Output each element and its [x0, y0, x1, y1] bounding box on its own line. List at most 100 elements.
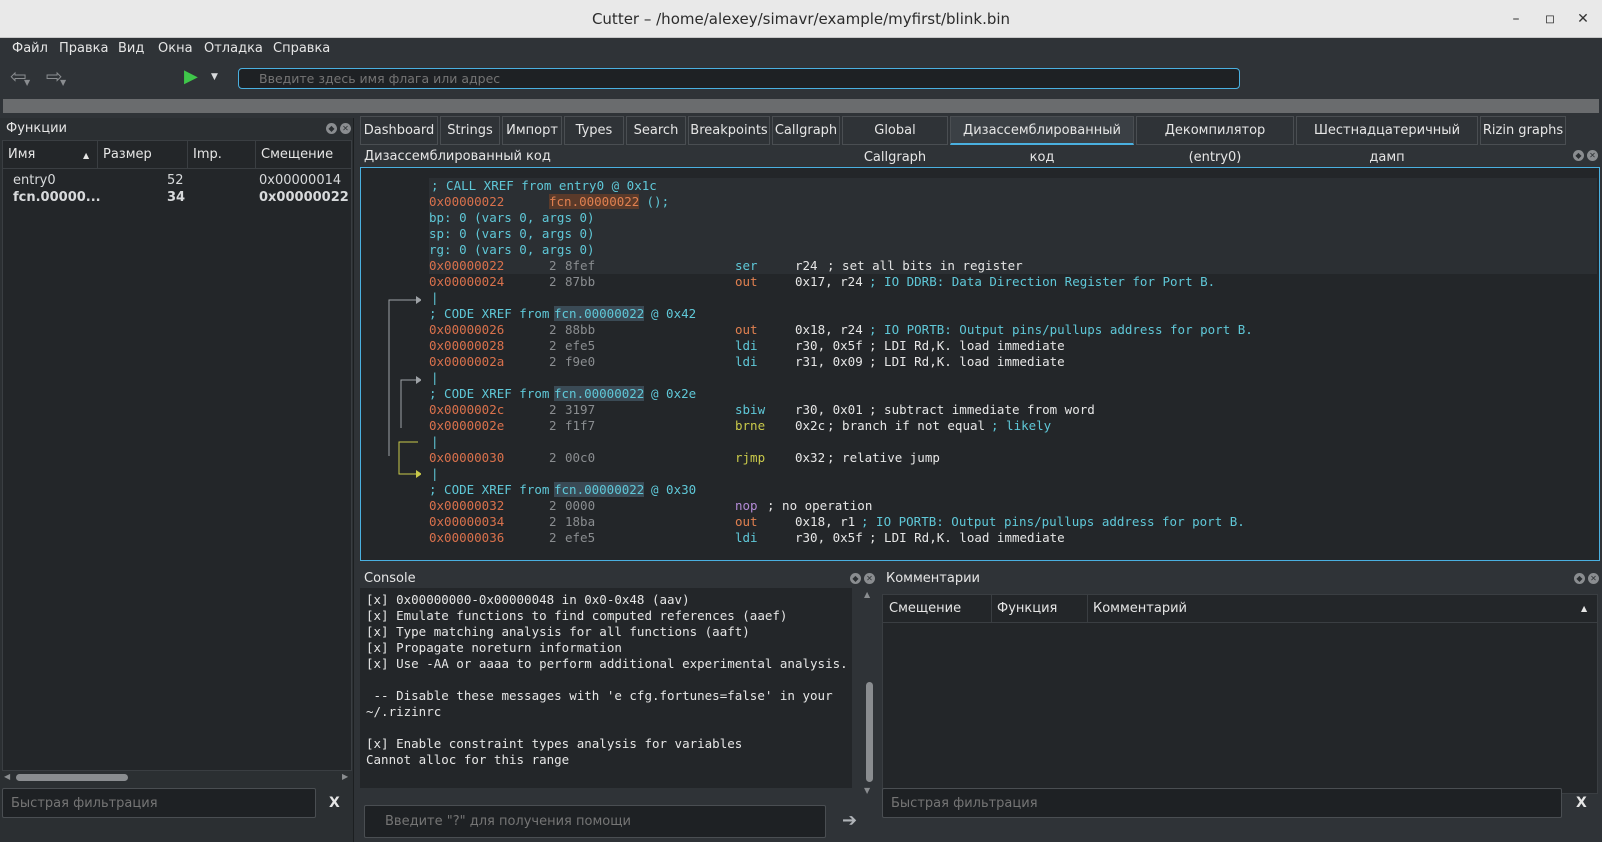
back-dropdown-icon[interactable]: ▼ — [24, 78, 30, 87]
comments-table-header: Смещение Функция Комментарий ▲ — [883, 595, 1597, 623]
tab-callgraph[interactable]: Callgraph — [772, 116, 840, 145]
menu-bar: Файл Правка Вид Окна Отладка Справка — [0, 38, 1602, 62]
window-title: Cutter – /home/alexey/simavr/example/myf… — [591, 10, 1011, 28]
menu-file[interactable]: Файл — [12, 41, 48, 56]
sort-arrow-icon: ▲ — [1581, 604, 1588, 613]
maximize-button[interactable]: ◽ — [1539, 8, 1561, 30]
table-row[interactable]: fcn.00000... 34 0x00000022 — [3, 189, 351, 206]
flag-address-input[interactable] — [239, 69, 1239, 88]
col-offset[interactable]: Смещение — [261, 147, 333, 162]
disasm-line[interactable]: 0x0000002c 2 3197 sbiw r30, 0x01 ; subtr… — [429, 402, 1597, 418]
tab-breakpoints[interactable]: Breakpoints — [688, 116, 770, 145]
disasm-line[interactable]: ; CODE XREF from fcn.00000022 @ 0x30 — [429, 482, 1597, 498]
play-dropdown-icon[interactable]: ▼ — [211, 72, 218, 82]
disassembly-view[interactable]: ; CALL XREF from entry0 @ 0x1c 0x0000002… — [360, 167, 1600, 561]
tab-hexdump[interactable]: Шестнадцатеричный дамп — [1296, 116, 1478, 165]
col-size[interactable]: Размер — [103, 147, 152, 162]
scroll-down-icon[interactable]: ▼ — [864, 786, 870, 795]
flag-address-search[interactable] — [238, 68, 1240, 89]
close-window-button[interactable]: ✕ — [1572, 8, 1594, 30]
console-output[interactable]: [x] 0x00000000-0x00000048 in 0x0-0x48 (a… — [360, 588, 852, 788]
disasm-line[interactable]: 0x00000036 2 efe5 ldi r30, 0x5f ; LDI Rd… — [429, 530, 1597, 546]
col-function[interactable]: Функция — [997, 601, 1057, 616]
functions-hscrollbar[interactable]: ◀ ▶ — [4, 772, 350, 782]
menu-view[interactable]: Вид — [118, 41, 144, 56]
forward-dropdown-icon[interactable]: ▼ — [60, 78, 66, 87]
disasm-line[interactable]: 0x00000022 fcn.00000022 (); — [429, 194, 1597, 210]
console-panel: Console ◆ ✕ [x] 0x00000000-0x00000048 in… — [360, 568, 875, 842]
functions-title: Функции — [6, 121, 67, 136]
scroll-right-icon[interactable]: ▶ — [342, 772, 348, 781]
disasm-line[interactable]: 0x00000032 2 0000 nop ; no operation — [429, 498, 1597, 514]
execute-arrow-icon[interactable]: ➔ — [842, 810, 857, 831]
scroll-up-icon[interactable]: ▲ — [864, 590, 870, 599]
tab-rizin-graphs[interactable]: Rizin graphs — [1480, 116, 1566, 145]
col-imp[interactable]: Imp. — [193, 147, 222, 162]
tab-global-callgraph[interactable]: Global Callgraph — [842, 116, 948, 165]
xref-function-name[interactable]: fcn.00000022 — [554, 482, 645, 497]
scroll-thumb[interactable] — [16, 774, 128, 781]
functions-filter-input[interactable] — [3, 789, 315, 817]
table-row[interactable]: entry0 52 0x00000014 — [3, 172, 351, 189]
col-offset[interactable]: Смещение — [889, 601, 961, 616]
scroll-left-icon[interactable]: ◀ — [4, 772, 10, 781]
progress-strip — [3, 99, 1599, 113]
comments-table: Смещение Функция Комментарий ▲ — [882, 594, 1598, 794]
float-panel-icon[interactable]: ◆ — [1574, 573, 1585, 584]
function-name[interactable]: fcn.00000022 — [549, 194, 640, 209]
disasm-line[interactable]: 0x00000024 2 87bb out 0x17, r24 ; IO DDR… — [429, 274, 1597, 290]
functions-table-header: Имя ▲ Размер Imp. Смещение — [3, 141, 351, 169]
functions-filter[interactable] — [2, 788, 316, 818]
comments-filter[interactable] — [882, 788, 1562, 818]
scroll-thumb[interactable] — [866, 682, 873, 782]
disasm-line[interactable]: ; CALL XREF from entry0 @ 0x1c — [429, 178, 1597, 194]
disasm-line[interactable]: 0x00000030 2 00c0 rjmp 0x32 ; relative j… — [429, 450, 1597, 466]
close-panel-icon[interactable]: ✕ — [864, 573, 875, 584]
float-panel-icon[interactable]: ◆ — [326, 123, 337, 134]
disasm-line[interactable]: ; CODE XREF from fcn.00000022 @ 0x2e — [429, 386, 1597, 402]
console-command-field[interactable] — [364, 805, 826, 838]
col-comment[interactable]: Комментарий — [1093, 601, 1187, 616]
close-panel-icon[interactable]: ✕ — [1587, 150, 1598, 161]
float-panel-icon[interactable]: ◆ — [1573, 150, 1584, 161]
disasm-line[interactable]: 0x00000034 2 18ba out 0x18, r1 ; IO PORT… — [429, 514, 1597, 530]
disasm-line[interactable]: 0x0000002a 2 f9e0 ldi r31, 0x09 ; LDI Rd… — [429, 354, 1597, 370]
play-icon[interactable]: ▶ — [184, 66, 198, 87]
close-panel-icon[interactable]: ✕ — [340, 123, 351, 134]
disasm-line: | — [431, 370, 439, 385]
tab-bar: Dashboard Strings Импорт Types Search Br… — [360, 116, 1598, 165]
disasm-line[interactable]: 0x0000002e 2 f1f7 brne 0x2c ; branch if … — [429, 418, 1597, 434]
disasm-line[interactable]: 0x00000022 2 8fef ser r24 ; set all bits… — [429, 258, 1597, 274]
xref-function-name[interactable]: fcn.00000022 — [554, 306, 645, 321]
console-vscrollbar[interactable]: ▲ ▼ — [864, 590, 874, 796]
functions-table: Имя ▲ Размер Imp. Смещение entry0 52 0x0… — [2, 140, 352, 771]
disasm-line: | — [431, 290, 439, 305]
tab-strings[interactable]: Strings — [440, 116, 500, 145]
disasm-line[interactable]: 0x00000026 2 88bb out 0x18, r24 ; IO POR… — [429, 322, 1597, 338]
disasm-line[interactable]: sp: 0 (vars 0, args 0) — [429, 226, 1597, 242]
tab-types[interactable]: Types — [564, 116, 624, 145]
disasm-line[interactable]: ; CODE XREF from fcn.00000022 @ 0x42 — [429, 306, 1597, 322]
menu-edit[interactable]: Правка — [59, 41, 108, 56]
functions-filter-clear[interactable]: X — [329, 795, 340, 811]
disasm-line[interactable]: rg: 0 (vars 0, args 0) — [429, 242, 1597, 258]
col-name[interactable]: Имя — [8, 147, 35, 162]
tab-imports[interactable]: Импорт — [502, 116, 562, 145]
tab-decompiler[interactable]: Декомпилятор (entry0) — [1136, 116, 1294, 165]
float-panel-icon[interactable]: ◆ — [850, 573, 861, 584]
xref-function-name[interactable]: fcn.00000022 — [554, 386, 645, 401]
tab-disassembly[interactable]: Дизассемблированный код — [950, 116, 1134, 165]
disasm-line[interactable]: 0x00000028 2 efe5 ldi r30, 0x5f ; LDI Rd… — [429, 338, 1597, 354]
menu-debug[interactable]: Отладка — [204, 41, 263, 56]
tab-dashboard[interactable]: Dashboard — [360, 116, 438, 145]
title-bar: Cutter – /home/alexey/simavr/example/myf… — [0, 0, 1602, 38]
tab-search[interactable]: Search — [626, 116, 686, 145]
close-panel-icon[interactable]: ✕ — [1588, 573, 1599, 584]
disasm-line[interactable]: bp: 0 (vars 0, args 0) — [429, 210, 1597, 226]
comments-filter-clear[interactable]: X — [1576, 795, 1587, 811]
minimize-button[interactable]: – — [1505, 8, 1527, 30]
menu-help[interactable]: Справка — [273, 41, 330, 56]
menu-windows[interactable]: Окна — [158, 41, 193, 56]
console-command-input[interactable] — [365, 806, 825, 837]
comments-filter-input[interactable] — [883, 789, 1561, 817]
